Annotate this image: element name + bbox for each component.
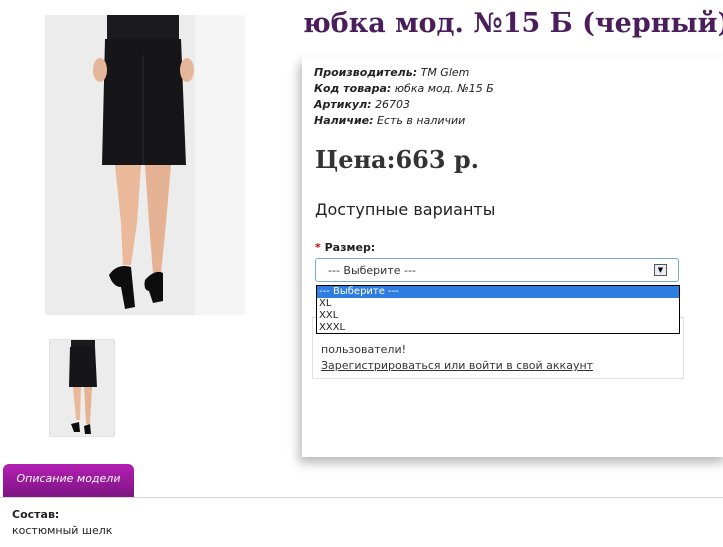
size-select[interactable]: --- Выберите --- ▼ <box>315 258 679 282</box>
spec-value: юбка мод. №15 Б <box>394 82 494 95</box>
chevron-down-icon[interactable]: ▼ <box>654 264 667 276</box>
skirt-thumbnail-icon <box>50 340 114 436</box>
spec-value: 26703 <box>375 98 411 111</box>
spec-label: Наличие: <box>314 114 374 127</box>
required-mark: * <box>315 241 321 254</box>
tab-description[interactable]: Описание модели <box>3 464 134 497</box>
spec-product-code: Код товара: юбка мод. №15 Б <box>314 81 494 97</box>
product-thumbnail[interactable] <box>49 339 115 437</box>
spec-label: Артикул: <box>314 98 372 111</box>
size-option[interactable]: XL <box>317 298 679 310</box>
spec-article: Артикул: 26703 <box>314 97 494 113</box>
spec-value: ТМ Glem <box>420 66 470 79</box>
size-dropdown-list[interactable]: --- Выберите --- XL XXL XXXL <box>316 285 680 334</box>
size-option[interactable]: XXL <box>317 310 679 322</box>
product-title: юбка мод. №15 Б (черный) <box>303 8 723 39</box>
composition-value: костюмный шелк <box>12 524 113 537</box>
product-info-panel: Производитель: ТМ Glem Код товара: юбка … <box>302 57 723 457</box>
size-label: * Размер: <box>315 241 375 254</box>
size-select-value: --- Выберите --- <box>328 264 416 277</box>
spec-value: Есть в наличии <box>377 114 466 127</box>
spec-availability: Наличие: Есть в наличии <box>314 113 494 129</box>
size-label-text: Размер: <box>324 241 376 254</box>
spec-label: Код товара: <box>314 82 392 95</box>
spec-manufacturer: Производитель: ТМ Glem <box>314 65 494 81</box>
composition-block: Состав: костюмный шелк <box>12 507 112 539</box>
register-login-link[interactable]: Зарегистрироваться или войти в свой акка… <box>321 359 593 372</box>
tab-divider <box>0 497 723 498</box>
composition-label: Состав: <box>12 508 60 521</box>
product-specs: Производитель: ТМ Glem Код товара: юбка … <box>314 65 494 129</box>
size-option[interactable]: --- Выберите --- <box>317 286 679 298</box>
product-main-image[interactable] <box>45 15 245 315</box>
variants-heading: Доступные варианты <box>315 200 496 219</box>
skirt-photo-icon <box>45 15 245 315</box>
product-price: Цена:663 р. <box>315 145 480 174</box>
size-option[interactable]: XXXL <box>317 322 679 334</box>
spec-label: Производитель: <box>314 66 418 79</box>
notice-text: пользователи! <box>321 343 407 356</box>
